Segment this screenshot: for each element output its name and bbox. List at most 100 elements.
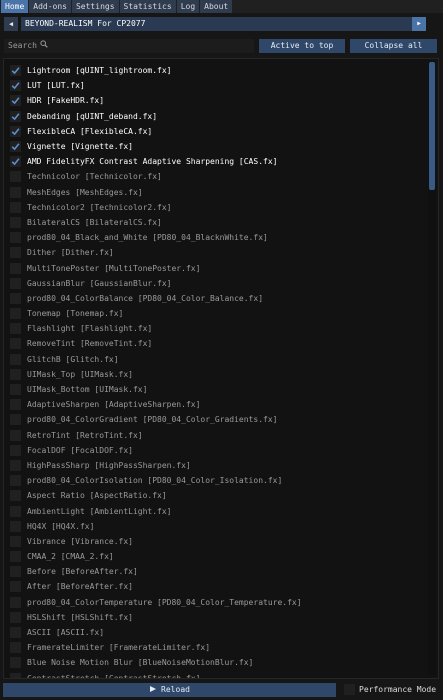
scrollbar-thumb[interactable] <box>429 62 435 190</box>
reload-button[interactable]: Reload <box>3 682 336 697</box>
effect-checkbox[interactable] <box>10 232 21 244</box>
preset-selector[interactable]: BEYOND-REALISM For CP2077 ▶ <box>21 17 426 31</box>
effect-checkbox[interactable] <box>10 141 21 153</box>
effect-checkbox[interactable] <box>10 672 21 678</box>
effect-row[interactable]: CMAA_2 [CMAA_2.fx] <box>4 549 424 564</box>
tab-home[interactable]: Home <box>1 0 29 13</box>
effect-row[interactable]: prod80_04_ColorIsolation [PD80_04_Color_… <box>4 473 424 488</box>
effect-checkbox[interactable] <box>10 125 21 137</box>
effect-checkbox[interactable] <box>10 156 21 168</box>
effect-checkbox[interactable] <box>10 475 21 487</box>
search-input[interactable]: Search <box>4 39 254 53</box>
effect-checkbox[interactable] <box>10 65 21 77</box>
effect-checkbox[interactable] <box>10 490 21 502</box>
tab-statistics[interactable]: Statistics <box>119 0 176 13</box>
effect-checkbox[interactable] <box>10 611 21 623</box>
effect-row[interactable]: GaussianBlur [GaussianBlur.fx] <box>4 276 424 291</box>
effect-checkbox[interactable] <box>10 399 21 411</box>
effect-row[interactable]: UIMask_Bottom [UIMask.fx] <box>4 382 424 397</box>
effect-row[interactable]: UIMask_Top [UIMask.fx] <box>4 367 424 382</box>
effect-checkbox[interactable] <box>10 627 21 639</box>
effect-row[interactable]: Flashlight [Flashlight.fx] <box>4 321 424 336</box>
effect-row[interactable]: Debanding [qUINT_deband.fx] <box>4 109 424 124</box>
effect-row[interactable]: ContrastStretch [ContrastStretch.fx] <box>4 671 424 678</box>
effect-row[interactable]: prod80_04_Black_and_White [PD80_04_Black… <box>4 230 424 245</box>
effect-row[interactable]: Technicolor2 [Technicolor2.fx] <box>4 200 424 215</box>
effect-checkbox[interactable] <box>10 429 21 441</box>
effect-checkbox[interactable] <box>10 186 21 198</box>
effect-checkbox[interactable] <box>10 216 21 228</box>
effect-checkbox[interactable] <box>10 444 21 456</box>
effect-row[interactable]: prod80_04_ColorBalance [PD80_04_Color_Ba… <box>4 291 424 306</box>
effect-checkbox[interactable] <box>10 353 21 365</box>
effect-row[interactable]: LUT [LUT.fx] <box>4 78 424 93</box>
effect-checkbox[interactable] <box>10 551 21 563</box>
performance-mode-checkbox[interactable] <box>344 684 355 695</box>
effect-checkbox[interactable] <box>10 505 21 517</box>
effect-checkbox[interactable] <box>10 459 21 471</box>
effect-row[interactable]: Dither [Dither.fx] <box>4 245 424 260</box>
effect-checkbox[interactable] <box>10 596 21 608</box>
effect-row[interactable]: Technicolor [Technicolor.fx] <box>4 169 424 184</box>
effect-row[interactable]: FramerateLimiter [FramerateLimiter.fx] <box>4 640 424 655</box>
tab-add-ons[interactable]: Add-ons <box>29 0 71 13</box>
toolbar: Search Active to top Collapse all <box>0 38 443 54</box>
effect-row[interactable]: prod80_04_ColorGradient [PD80_04_Color_G… <box>4 412 424 427</box>
effect-row[interactable]: After [BeforeAfter.fx] <box>4 579 424 594</box>
effect-row[interactable]: Tonemap [Tonemap.fx] <box>4 306 424 321</box>
effect-row[interactable]: GlitchB [Glitch.fx] <box>4 352 424 367</box>
effect-row[interactable]: Before [BeforeAfter.fx] <box>4 564 424 579</box>
effect-row[interactable]: Vibrance [Vibrance.fx] <box>4 534 424 549</box>
effect-checkbox[interactable] <box>10 201 21 213</box>
effect-row[interactable]: Aspect Ratio [AspectRatio.fx] <box>4 488 424 503</box>
effect-checkbox[interactable] <box>10 110 21 122</box>
effect-row[interactable]: Vignette [Vignette.fx] <box>4 139 424 154</box>
effect-row[interactable]: FocalDOF [FocalDOF.fx] <box>4 443 424 458</box>
next-preset-button[interactable]: ▶ <box>412 17 426 31</box>
effect-checkbox[interactable] <box>10 566 21 578</box>
tab-settings[interactable]: Settings <box>71 0 119 13</box>
tab-about[interactable]: About <box>200 0 233 13</box>
effect-row[interactable]: BilateralCS [BilateralCS.fx] <box>4 215 424 230</box>
effect-row[interactable]: AmbientLight [AmbientLight.fx] <box>4 503 424 518</box>
effect-row[interactable]: Lightroom [qUINT_lightroom.fx] <box>4 63 424 78</box>
effect-row[interactable]: HDR [FakeHDR.fx] <box>4 93 424 108</box>
effect-row[interactable]: HighPassSharp [HighPassSharpen.fx] <box>4 458 424 473</box>
effect-row[interactable]: Blue Noise Motion Blur [BlueNoiseMotionB… <box>4 655 424 670</box>
effect-row[interactable]: FlexibleCA [FlexibleCA.fx] <box>4 124 424 139</box>
effect-checkbox[interactable] <box>10 535 21 547</box>
effect-checkbox[interactable] <box>10 171 21 183</box>
effect-checkbox[interactable] <box>10 292 21 304</box>
performance-mode-toggle[interactable]: Performance Mode <box>344 684 436 695</box>
effect-checkbox[interactable] <box>10 384 21 396</box>
effect-checkbox[interactable] <box>10 262 21 274</box>
effect-row[interactable]: AdaptiveSharpen [AdaptiveSharpen.fx] <box>4 397 424 412</box>
effect-checkbox[interactable] <box>10 642 21 654</box>
effect-row[interactable]: MeshEdges [MeshEdges.fx] <box>4 185 424 200</box>
effect-row[interactable]: RetroTint [RetroTint.fx] <box>4 428 424 443</box>
previous-preset-button[interactable]: ◀ <box>4 17 18 31</box>
effect-checkbox[interactable] <box>10 247 21 259</box>
scrollbar[interactable] <box>428 62 436 675</box>
effect-checkbox[interactable] <box>10 277 21 289</box>
effect-checkbox[interactable] <box>10 308 21 320</box>
effect-checkbox[interactable] <box>10 657 21 669</box>
tab-log[interactable]: Log <box>176 0 200 13</box>
effect-row[interactable]: AMD FidelityFX Contrast Adaptive Sharpen… <box>4 154 424 169</box>
effect-checkbox[interactable] <box>10 323 21 335</box>
effect-row[interactable]: HQ4X [HQ4X.fx] <box>4 519 424 534</box>
effect-checkbox[interactable] <box>10 338 21 350</box>
effect-row[interactable]: ASCII [ASCII.fx] <box>4 625 424 640</box>
effect-row[interactable]: MultiTonePoster [MultiTonePoster.fx] <box>4 260 424 275</box>
effect-row[interactable]: HSLShift [HSLShift.fx] <box>4 610 424 625</box>
active-to-top-button[interactable]: Active to top <box>259 39 345 53</box>
effect-checkbox[interactable] <box>10 581 21 593</box>
effect-checkbox[interactable] <box>10 95 21 107</box>
effect-checkbox[interactable] <box>10 80 21 92</box>
effect-row[interactable]: prod80_04_ColorTemperature [PD80_04_Colo… <box>4 595 424 610</box>
effect-checkbox[interactable] <box>10 414 21 426</box>
collapse-all-button[interactable]: Collapse all <box>350 39 437 53</box>
effect-checkbox[interactable] <box>10 520 21 532</box>
effect-row[interactable]: RemoveTint [RemoveTint.fx] <box>4 336 424 351</box>
effect-checkbox[interactable] <box>10 368 21 380</box>
